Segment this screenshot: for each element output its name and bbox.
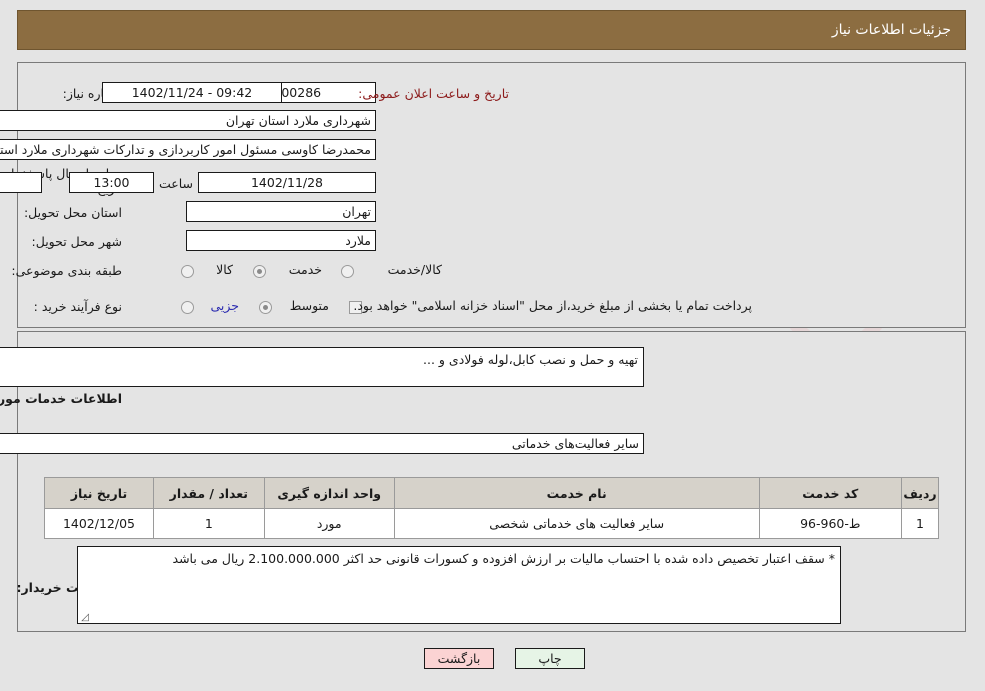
deadline-hour-label: ساعت: [159, 176, 194, 191]
col-quantity: تعداد / مقدار: [153, 477, 266, 509]
delivery-city-value: ملارد: [187, 230, 377, 251]
classification-label-khedmat: خدمت: [289, 262, 323, 277]
classification-label: طبقه بندی موضوعی:: [12, 263, 123, 278]
classification-radio-kala[interactable]: [182, 265, 195, 278]
classification-label-kala: کالا: [217, 262, 234, 277]
col-need-date: تاریخ نیاز: [45, 477, 155, 509]
buyer-notes-textarea[interactable]: * سقف اعتبار تخصیص داده شده با احتساب ما…: [78, 546, 842, 624]
process-type-label: نوع فرآیند خرید :: [34, 299, 123, 314]
process-type-label-motavasset: متوسط: [290, 298, 330, 313]
process-type-radio-motavasset[interactable]: [260, 301, 273, 314]
general-desc-value: تهیه و حمل و نصب کابل،لوله فولادی و ...: [424, 352, 639, 367]
public-announce-value: 09:42 - 1402/11/24: [103, 82, 283, 103]
deadline-days-value: 4: [0, 172, 43, 193]
deadline-hour-value: 13:00: [70, 172, 155, 193]
cell-quantity: 1: [153, 508, 266, 539]
service-group-value: سایر فعالیت‌های خدماتی: [0, 433, 645, 454]
resize-grip-icon[interactable]: ◿: [81, 613, 90, 623]
col-service-code: کد خدمت: [759, 477, 904, 509]
deadline-date-value: 1402/11/28: [199, 172, 377, 193]
page-header: جزئیات اطلاعات نیاز: [18, 10, 967, 50]
delivery-city-label: شهر محل تحویل:: [32, 234, 123, 249]
cell-unit: مورد: [264, 508, 396, 539]
classification-radio-khedmat[interactable]: [254, 265, 267, 278]
treasury-bonds-text: پرداخت تمام یا بخشی از مبلغ خرید،از محل …: [354, 298, 753, 313]
requester-value: محمدرضا کاوسی مسئول امور کاربردازی و تدا…: [0, 139, 377, 160]
table-row: 1 ط-960-96 سایر فعالیت های خدماتی شخصی م…: [45, 508, 940, 539]
col-unit: واحد اندازه گیری: [264, 477, 396, 509]
services-table: ردیف کد خدمت نام خدمت واحد اندازه گیری ت…: [45, 477, 940, 539]
table-header-row: ردیف کد خدمت نام خدمت واحد اندازه گیری ت…: [45, 477, 940, 509]
services-section-title: اطلاعات خدمات مورد نیاز: [0, 391, 123, 406]
classification-label-kala-khedmat: کالا/خدمت: [388, 262, 443, 277]
cell-service-name: سایر فعالیت های خدماتی شخصی: [394, 508, 761, 539]
cell-service-code: ط-960-96: [759, 508, 904, 539]
delivery-province-value: تهران: [187, 201, 377, 222]
col-service-name: نام خدمت: [394, 477, 761, 509]
public-announce-label: تاریخ و ساعت اعلان عمومی:: [359, 86, 510, 101]
classification-radio-kala-khedmat[interactable]: [342, 265, 355, 278]
process-type-radio-jozei[interactable]: [182, 301, 195, 314]
general-desc-textarea[interactable]: تهیه و حمل و نصب کابل،لوله فولادی و ... …: [0, 347, 645, 387]
buyer-org-value: شهرداری ملارد استان تهران: [0, 110, 377, 131]
print-button[interactable]: چاپ: [516, 648, 586, 669]
page-title: جزئیات اطلاعات نیاز: [832, 22, 952, 38]
cell-row-number: 1: [902, 508, 940, 539]
buyer-notes-value: * سقف اعتبار تخصیص داده شده با احتساب ما…: [173, 551, 836, 566]
delivery-province-label: استان محل تحویل:: [24, 205, 123, 220]
col-row-number: ردیف: [902, 477, 940, 509]
back-button[interactable]: بازگشت: [425, 648, 495, 669]
process-type-label-jozei: جزیی: [211, 298, 240, 313]
cell-need-date: 1402/12/05: [45, 508, 155, 539]
